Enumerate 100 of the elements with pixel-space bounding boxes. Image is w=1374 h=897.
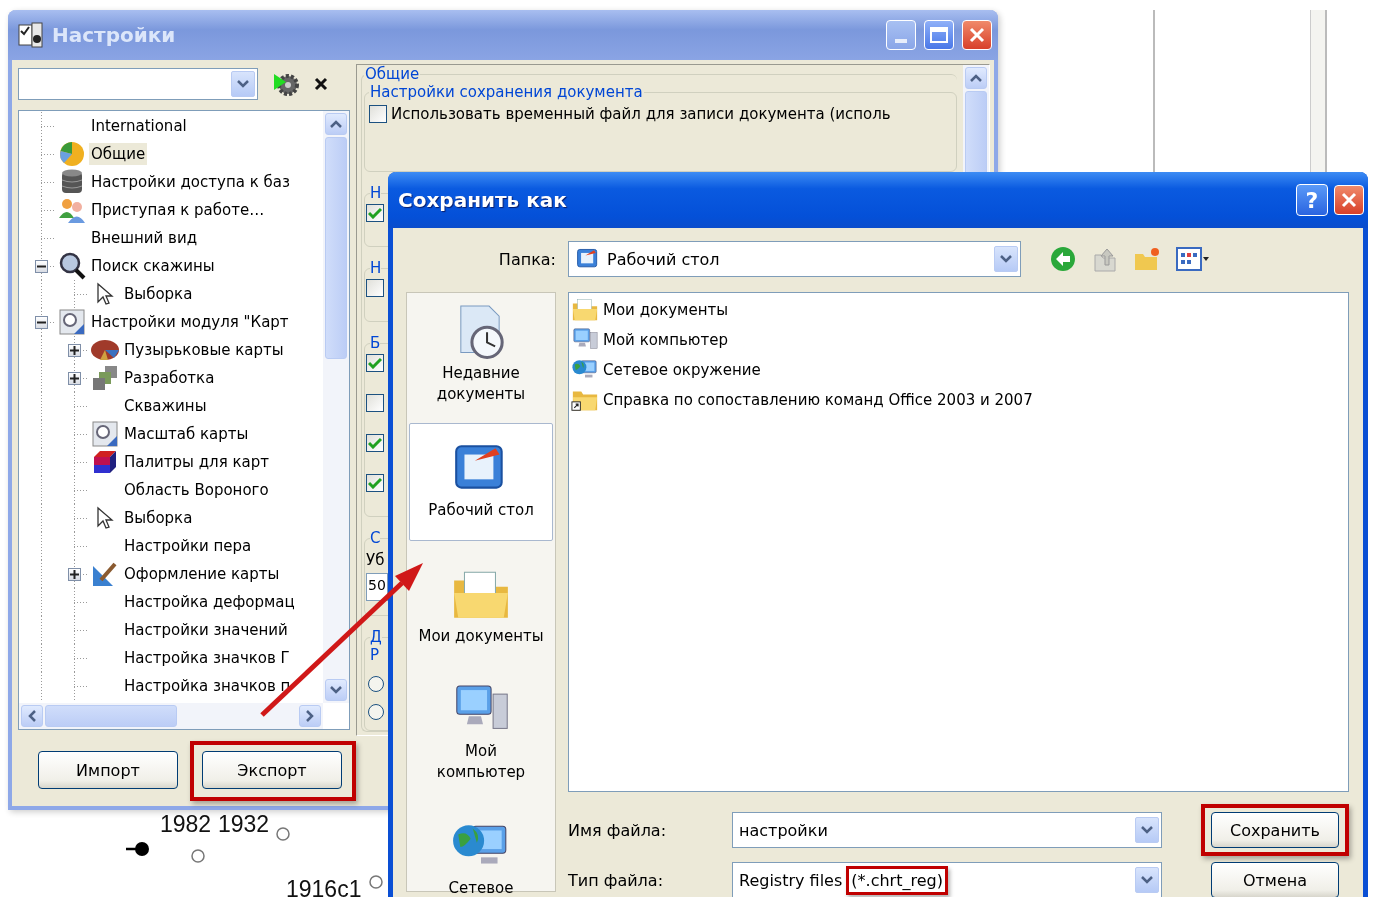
checklist-icon <box>18 22 44 48</box>
import-button[interactable]: Импорт <box>38 751 178 789</box>
minimize-icon <box>895 39 907 43</box>
tree-item[interactable]: Приступая к работе… <box>89 199 267 221</box>
cancel-button[interactable]: Отмена <box>1211 862 1339 897</box>
cursor-icon <box>96 506 114 530</box>
file-item[interactable]: Мой компьютер <box>571 325 1346 355</box>
scroll-down-button[interactable] <box>325 679 347 701</box>
checkbox[interactable] <box>366 434 384 452</box>
back-icon[interactable] <box>1049 245 1077 273</box>
scroll-left-button[interactable] <box>21 705 43 727</box>
checkbox[interactable] <box>366 354 384 372</box>
well-marker-icon <box>125 840 151 858</box>
chevron-down-icon <box>330 686 342 694</box>
group-title: Б <box>370 334 381 352</box>
map-marker-icon <box>275 826 291 842</box>
tree-item[interactable]: Настройка значков Г <box>122 647 292 669</box>
checkbox[interactable] <box>366 204 384 222</box>
checkbox-label: Использовать временный файл для записи документа (исполь <box>391 105 891 123</box>
collapse-box[interactable] <box>34 259 48 273</box>
expand-box[interactable] <box>67 343 81 357</box>
tree-item[interactable]: Выборка <box>122 283 195 305</box>
place-item[interactable]: Мои документы <box>409 549 553 667</box>
file-name-label: Имя файла: <box>568 820 668 840</box>
maximize-button[interactable] <box>924 20 954 50</box>
tree-item[interactable]: Пузырьковые карты <box>122 339 286 361</box>
chevron-left-icon <box>28 710 36 722</box>
tree-item[interactable]: Масштаб карты <box>122 423 251 445</box>
place-item[interactable]: Рабочий стол <box>409 423 553 541</box>
close-icon[interactable] <box>314 77 328 91</box>
squares-icon <box>91 364 119 392</box>
tree-item[interactable]: Настройки пера <box>122 535 254 557</box>
map-label: 1932 <box>218 813 270 836</box>
file-item[interactable]: Справка по сопоставлению команд Office 2003 и 2007 <box>571 385 1346 415</box>
save-button[interactable]: Сохранить <box>1211 812 1339 848</box>
people-icon <box>58 196 86 224</box>
tree-item[interactable]: Область Вороного <box>122 479 271 501</box>
file-item[interactable]: Мои документы <box>571 295 1346 325</box>
map-label: 1982 <box>160 813 212 836</box>
scroll-up-button[interactable] <box>965 67 987 89</box>
place-item[interactable]: Недавние документы <box>409 297 553 415</box>
search-dropdown[interactable] <box>18 68 258 100</box>
checkbox[interactable] <box>366 474 384 492</box>
map-document-icon <box>91 420 119 448</box>
close-icon <box>969 27 985 43</box>
new-folder-icon[interactable] <box>1133 245 1161 273</box>
tree-item[interactable]: Общие <box>89 143 148 165</box>
group-title: С <box>370 529 381 547</box>
run-gear-icon[interactable] <box>272 71 300 97</box>
checkbox[interactable] <box>366 279 384 297</box>
group-title: Общие <box>364 65 421 83</box>
radio-button[interactable] <box>368 704 384 720</box>
map-label: 1916c1 <box>286 878 362 897</box>
file-name-field[interactable]: настройки <box>732 812 1162 848</box>
place-item[interactable]: Мой компьютер <box>409 675 553 793</box>
tree-item[interactable]: Разработка <box>122 367 217 389</box>
place-item[interactable]: Сетевое <box>409 801 553 897</box>
cursor-icon <box>96 282 114 306</box>
tree-item[interactable]: Настройки значений <box>122 619 290 641</box>
checkbox[interactable] <box>369 105 387 123</box>
chevron-up-icon <box>970 74 982 82</box>
close-icon <box>1341 192 1357 208</box>
folder-dropdown[interactable]: Рабочий стол <box>568 241 1021 277</box>
export-button[interactable]: Экспорт <box>202 751 342 789</box>
tree-item[interactable]: International <box>89 115 189 137</box>
tree-item[interactable]: Оформление карты <box>122 563 282 585</box>
scroll-right-button[interactable] <box>299 705 321 727</box>
group-title: Р <box>370 646 380 666</box>
tree-item[interactable]: Настройка деформац <box>122 591 297 613</box>
window-title: Настройки <box>52 23 176 47</box>
chevron-right-icon <box>306 710 314 722</box>
tree-item[interactable]: Внешний вид <box>89 227 200 249</box>
tree-item[interactable]: Выборка <box>122 507 195 529</box>
tree-item[interactable]: Настройки доступа к баз <box>89 171 292 193</box>
tree-item[interactable]: Поиск скажины <box>89 255 217 277</box>
radio-button[interactable] <box>368 676 384 692</box>
number-field[interactable]: 50 <box>366 573 388 601</box>
expand-box[interactable] <box>67 567 81 581</box>
file-type-dropdown[interactable]: Registry files (*.chrt_reg) <box>732 862 1162 897</box>
pie-chart-icon <box>58 140 86 168</box>
scrollbar-thumb[interactable] <box>325 137 347 359</box>
highlight-frame: (*.chrt_reg) <box>846 865 948 895</box>
help-button[interactable]: ? <box>1296 184 1328 216</box>
view-menu-icon[interactable] <box>1175 245 1211 273</box>
close-button[interactable] <box>962 20 992 50</box>
checkbox[interactable] <box>366 394 384 412</box>
tree-item[interactable]: Палитры для карт <box>122 451 271 473</box>
tree-item[interactable]: Скважины <box>122 395 209 417</box>
close-button[interactable] <box>1334 185 1364 215</box>
scroll-up-button[interactable] <box>325 113 347 135</box>
file-item[interactable]: Сетевое окружение <box>571 355 1346 385</box>
collapse-box[interactable] <box>34 315 48 329</box>
folder-label: Папка: <box>498 249 556 269</box>
map-marker-icon <box>368 874 384 890</box>
scrollbar-thumb[interactable] <box>45 705 177 727</box>
dialog-title: Сохранить как <box>398 188 567 212</box>
tree-item[interactable]: Настройки модуля "Карт <box>89 311 291 333</box>
expand-box[interactable] <box>67 371 81 385</box>
map-marker-icon <box>190 848 206 864</box>
cube-icon <box>92 449 118 475</box>
